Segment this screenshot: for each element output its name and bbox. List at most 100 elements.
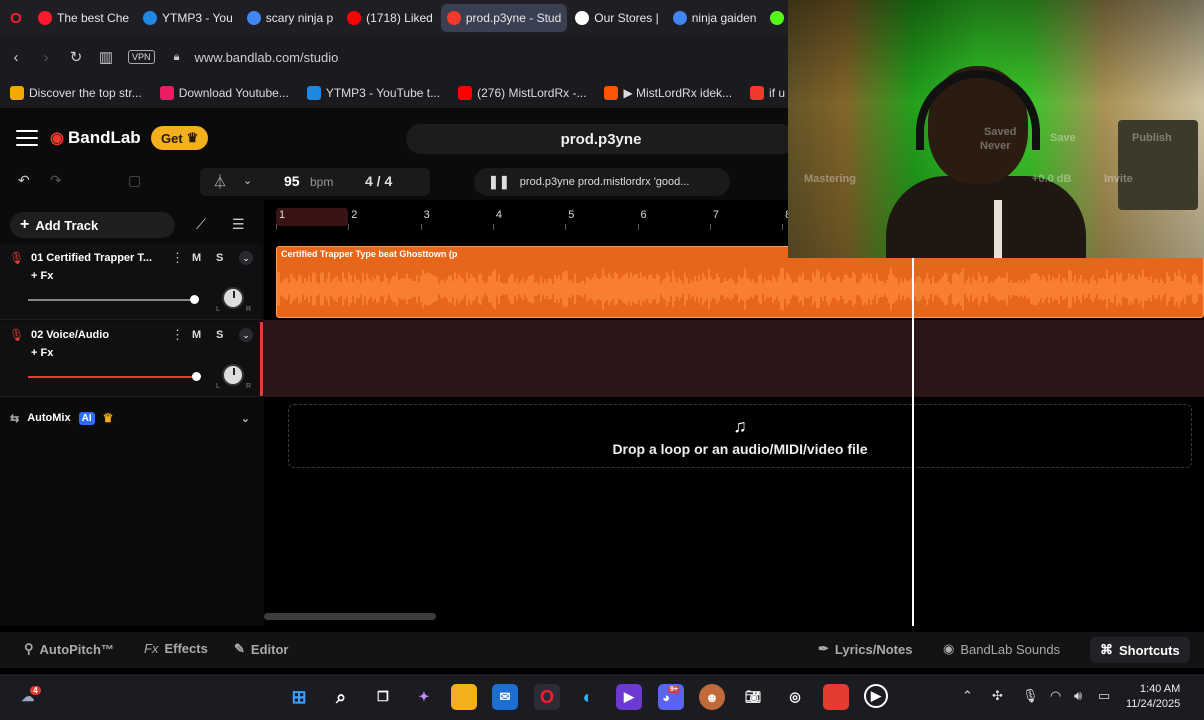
automix-row[interactable]: ⇆ AutoMix AI ♛ ⌄ <box>0 406 262 430</box>
volume-slider[interactable] <box>28 295 200 304</box>
volume-icon[interactable]: 🔊︎ <box>1074 688 1082 704</box>
bookmark-item[interactable]: Discover the top str... <box>10 86 142 100</box>
forward-icon[interactable]: › <box>38 49 54 66</box>
bandlab-logo[interactable]: ◉ BandLab <box>50 128 141 148</box>
add-fx-button[interactable]: + Fx <box>31 270 53 282</box>
wifi-icon[interactable]: ◠ <box>1050 688 1061 704</box>
discord-icon[interactable]: ◕ 9+ <box>658 684 684 710</box>
shortcuts-button[interactable]: ⌘ Shortcuts <box>1090 637 1190 663</box>
discord-badge: 9+ <box>667 685 680 693</box>
track-menu-icon[interactable]: ⋮ <box>171 250 184 266</box>
solo-button[interactable]: S <box>216 252 223 264</box>
weather-widget-icon[interactable]: ☁ 4 <box>18 684 44 710</box>
start-icon[interactable]: ⊞ <box>286 684 312 710</box>
camera-icon[interactable]: 📷︎ <box>740 684 766 710</box>
track-name[interactable]: 02 Voice/Audio <box>31 329 163 341</box>
add-track-button[interactable]: + Add Track <box>10 212 175 238</box>
browser-tab[interactable]: (1718) Liked <box>341 4 439 32</box>
track-menu-icon[interactable]: ⋮ <box>171 327 184 343</box>
undo-icon[interactable]: ↶ <box>18 172 30 189</box>
pan-knob[interactable] <box>222 364 244 386</box>
browser-tab[interactable]: Our Stores | <box>569 4 664 32</box>
reload-icon[interactable]: ↻ <box>68 48 84 66</box>
url-field[interactable]: www.bandlab.com/studio <box>195 50 339 65</box>
mute-button[interactable]: M <box>192 252 201 264</box>
pan-knob[interactable] <box>222 287 244 309</box>
track-chevron-down-icon[interactable]: ⌄ <box>239 251 253 265</box>
opera-menu-icon[interactable]: O <box>4 6 28 30</box>
horizontal-scrollbar[interactable] <box>264 613 436 620</box>
add-fx-button[interactable]: + Fx <box>31 347 53 359</box>
bandlab-sounds-button[interactable]: ◉ BandLab Sounds <box>943 641 1060 657</box>
file-explorer-icon[interactable] <box>451 684 477 710</box>
pause-icon[interactable]: ❚❚ <box>488 174 510 190</box>
clipchamp-icon[interactable]: ▶ <box>616 684 642 710</box>
track-header[interactable]: 🎙︎ 02 Voice/Audio + Fx ⋮ M S ⌄ L R <box>0 321 262 397</box>
bookmark-item[interactable]: ▶ MistLordRx idek... <box>604 86 732 100</box>
metronome-chevron-down-icon[interactable]: ⌄ <box>243 174 252 187</box>
outlook-icon[interactable]: ✉ <box>492 684 518 710</box>
metronome-icon[interactable]: ⏃ <box>213 172 227 192</box>
tray-overflow-icon[interactable]: ⌃ <box>962 688 973 704</box>
solo-button[interactable]: S <box>216 329 223 341</box>
mastering-button[interactable]: Mastering <box>804 173 856 185</box>
microphone-icon[interactable]: 🎙︎ <box>1022 688 1039 704</box>
lyrics-notes-button[interactable]: ✒ Lyrics/Notes <box>818 641 912 657</box>
tray-app-icon[interactable]: ✣ <box>992 688 1003 704</box>
speed-dial-icon[interactable]: ▥ <box>98 48 114 66</box>
browser-tab[interactable]: YTMP3 - You <box>137 4 239 32</box>
browser-tab[interactable]: ninja gaiden <box>667 4 763 32</box>
browser-tab[interactable]: The best Che <box>32 4 135 32</box>
automix-chevron-down-icon[interactable]: ⌄ <box>241 412 250 425</box>
invite-button[interactable]: Invite <box>1104 173 1133 185</box>
redo-icon[interactable]: ↷ <box>50 172 62 189</box>
effects-button[interactable]: Fx Effects <box>144 641 208 656</box>
track-chevron-down-icon[interactable]: ⌄ <box>239 328 253 342</box>
battery-icon[interactable]: ▭ <box>1098 688 1110 704</box>
bookmark-item[interactable]: YTMP3 - YouTube t... <box>306 86 440 100</box>
studio-bottom-bar: ⚲ AutoPitch™ Fx Effects ✎ Editor ✒ Lyric… <box>0 632 1204 668</box>
get-membership-button[interactable]: Get ♛ <box>151 126 209 150</box>
editor-label: Editor <box>250 641 289 657</box>
opera-taskbar-icon[interactable]: O <box>534 684 560 710</box>
back-icon[interactable]: ‹ <box>8 49 24 66</box>
voice-audio-lane[interactable] <box>264 320 1204 397</box>
bookmark-item[interactable]: Download Youtube... <box>159 86 289 100</box>
track-name[interactable]: 01 Certified Trapper T... <box>31 252 163 264</box>
obs-icon[interactable]: ◎ <box>782 684 808 710</box>
editor-button[interactable]: ✎ Editor <box>234 641 288 657</box>
project-title[interactable]: prod.p3yne <box>406 124 796 154</box>
search-icon[interactable]: ⌕ <box>328 684 354 710</box>
system-clock[interactable]: 1:40 AM 11/24/2025 <box>1126 682 1180 712</box>
browser-tab[interactable]: prod.p3yne - Stud <box>440 4 568 32</box>
time-signature[interactable]: 4 / 4 <box>365 173 392 189</box>
task-view-icon[interactable]: ❐ <box>370 684 396 710</box>
browser-tab[interactable]: scary ninja p <box>241 4 339 32</box>
autopitch-button[interactable]: ⚲ AutoPitch™ <box>24 641 114 657</box>
bpm-value[interactable]: 95 <box>284 173 300 189</box>
bandlab-app-icon[interactable] <box>823 684 849 710</box>
bookmark-item[interactable]: (276) MistLordRx -... <box>458 86 586 100</box>
drop-zone[interactable]: ♫ Drop a loop or an audio/MIDI/video fil… <box>288 404 1192 468</box>
hamburger-menu-icon[interactable] <box>16 130 38 151</box>
volume-slider[interactable] <box>28 372 201 381</box>
tools-icon[interactable]: ⟋ <box>196 216 206 233</box>
publish-button[interactable]: Publish <box>1132 132 1172 144</box>
game-icon[interactable]: ☻ <box>699 684 725 710</box>
mute-button[interactable]: M <box>192 329 201 341</box>
vpn-badge[interactable]: VPN <box>128 50 155 64</box>
transport-now-playing[interactable]: ❚❚ prod.p3yne prod.mistlordrx 'good... <box>474 168 730 196</box>
copilot-icon[interactable]: ✦ <box>411 684 437 710</box>
save-button[interactable]: Save <box>1050 132 1076 144</box>
mixer-icon[interactable]: ☰ <box>232 216 245 233</box>
delete-icon[interactable]: ▢ <box>128 172 141 189</box>
timeline[interactable]: 123456789101112 Certified Trapper Type b… <box>264 200 1204 626</box>
track-header[interactable]: 🎙︎ 01 Certified Trapper T... + Fx ⋮ M S ⌄ L R <box>0 244 262 320</box>
bar-number: 7 <box>712 209 719 221</box>
playhead[interactable] <box>912 240 915 626</box>
volume-thumb[interactable] <box>190 295 200 304</box>
edge-icon[interactable]: ◐ <box>575 684 601 710</box>
loop-region[interactable] <box>276 208 348 226</box>
media-player-icon[interactable]: ▶ <box>864 684 888 708</box>
volume-thumb[interactable] <box>192 372 201 381</box>
